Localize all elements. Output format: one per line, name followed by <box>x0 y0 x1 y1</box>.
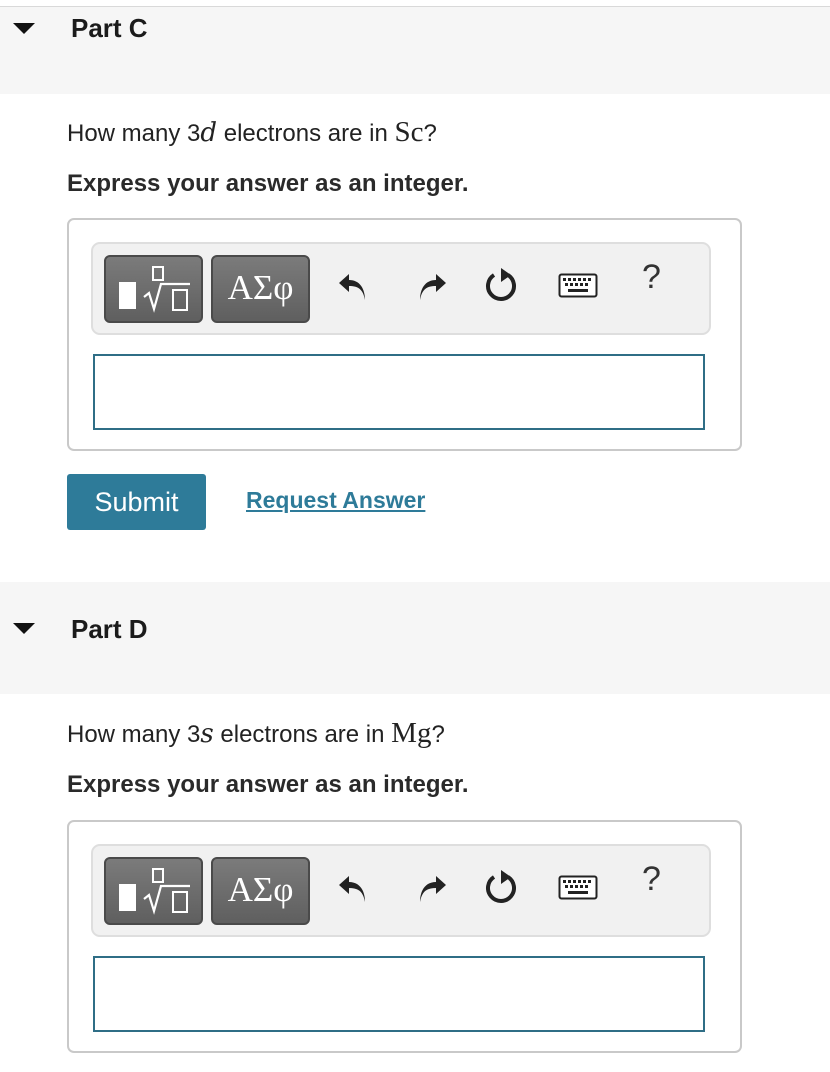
question-text: How many 3 <box>67 120 201 147</box>
templates-button[interactable] <box>104 857 203 925</box>
greek-symbols-label: ΑΣφ <box>227 268 294 307</box>
greek-symbols-button[interactable]: ΑΣφ <box>211 857 310 925</box>
part-c-question: How many 3d electrons are in Sc? <box>67 116 437 149</box>
undo-icon[interactable] <box>337 268 369 304</box>
keyboard-icon[interactable] <box>558 272 598 300</box>
question-text: ? <box>423 120 437 147</box>
undo-icon[interactable] <box>337 870 369 906</box>
greek-symbols-label: ΑΣφ <box>227 870 294 909</box>
collapse-caret-icon[interactable] <box>13 623 35 634</box>
part-c-answer-input[interactable] <box>93 354 705 430</box>
part-c-header[interactable]: Part C <box>0 7 830 94</box>
greek-symbols-button[interactable]: ΑΣφ <box>211 255 310 323</box>
part-d-header[interactable]: Part D <box>0 582 830 694</box>
reset-icon[interactable] <box>484 868 522 908</box>
element-symbol: Sc <box>394 116 424 148</box>
question-text: electrons are in <box>213 721 392 748</box>
request-answer-link[interactable]: Request Answer <box>246 487 425 514</box>
reset-icon[interactable] <box>484 266 522 306</box>
help-icon[interactable]: ? <box>642 258 661 297</box>
collapse-caret-icon[interactable] <box>13 23 35 34</box>
element-symbol: Mg <box>391 717 432 749</box>
part-d-question: How many 3s electrons are in Mg? <box>67 717 445 750</box>
part-c-answer-box: ΑΣφ ? <box>67 218 742 451</box>
part-d-instruction: Express your answer as an integer. <box>67 771 469 798</box>
orbital-symbol: d <box>200 118 218 148</box>
redo-icon[interactable] <box>416 268 448 304</box>
math-toolbar: ΑΣφ ? <box>91 844 711 937</box>
orbital-symbol: s <box>200 719 214 749</box>
math-toolbar: ΑΣφ ? <box>91 242 711 335</box>
keyboard-icon[interactable] <box>558 874 598 902</box>
fraction-radical-icon <box>119 868 190 915</box>
part-c-instruction: Express your answer as an integer. <box>67 170 469 197</box>
help-icon[interactable]: ? <box>642 860 661 899</box>
submit-button[interactable]: Submit <box>67 474 206 530</box>
part-d-answer-box: ΑΣφ ? <box>67 820 742 1053</box>
question-text: ? <box>431 721 445 748</box>
templates-button[interactable] <box>104 255 203 323</box>
question-text: How many 3 <box>67 721 201 748</box>
part-c-title: Part C <box>71 13 148 43</box>
fraction-radical-icon <box>119 266 190 313</box>
part-d-title: Part D <box>71 614 148 644</box>
question-text: electrons are in <box>217 120 395 147</box>
part-d-answer-input[interactable] <box>93 956 705 1032</box>
redo-icon[interactable] <box>416 870 448 906</box>
